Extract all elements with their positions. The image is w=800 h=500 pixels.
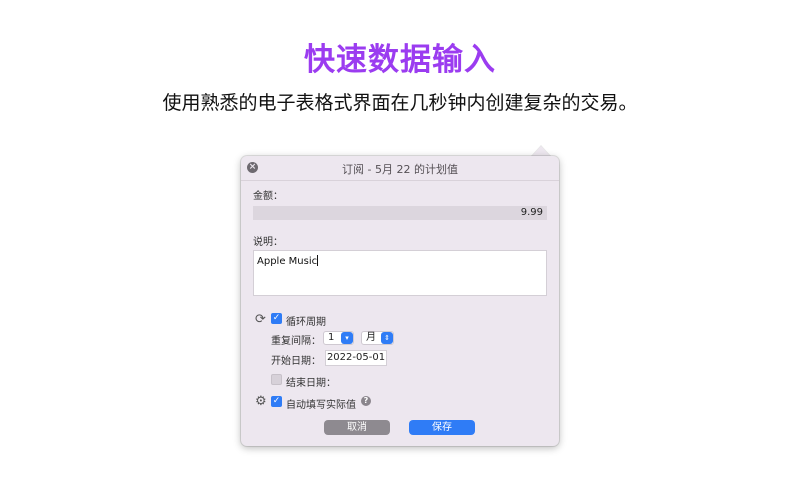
scheduled-value-popover: × 订阅 - 5月 22 的计划值 金额： 9.99 说明： Apple Mus… [241,156,559,446]
interval-unit-select[interactable]: 月 ⇕ [361,331,394,345]
autofill-checkbox[interactable]: ✓ [271,396,282,407]
help-icon[interactable]: ? [361,396,371,406]
cancel-button[interactable]: 取消 [324,420,390,435]
updown-chevron-icon: ⇕ [381,332,393,344]
interval-label: 重复间隔： [271,336,321,347]
description-label: 说明： [253,237,283,248]
description-text: Apple Music [257,256,318,267]
window-title: 订阅 - 5月 22 的计划值 [342,163,458,176]
amount-label: 金额： [253,191,283,202]
recurring-checkbox[interactable]: ✓ [271,313,282,324]
end-date-label: 结束日期： [286,378,336,389]
start-date-label: 开始日期： [271,356,321,367]
start-date-field[interactable]: 2022-05-01 [325,350,387,366]
chevron-down-icon: ▾ [341,332,353,344]
description-field[interactable]: Apple Music [253,250,547,296]
hero-subtitle: 使用熟悉的电子表格式界面在几秒钟内创建复杂的交易。 [162,92,638,114]
hero-title: 快速数据输入 [304,42,496,78]
amount-field[interactable]: 9.99 [253,206,547,220]
window-titlebar: × 订阅 - 5月 22 的计划值 [241,156,559,181]
interval-number-value: 1 [328,332,335,343]
end-date-checkbox[interactable] [271,374,282,385]
screen: 快速数据输入 使用熟悉的电子表格式界面在几秒钟内创建复杂的交易。 × 订阅 - … [0,0,800,500]
gear-icon[interactable]: ⚙ [255,395,267,408]
refresh-icon: ⟳ [255,312,266,327]
interval-number-select[interactable]: 1 ▾ [323,331,354,345]
autofill-label: 自动填写实际值 [286,400,356,411]
interval-unit-value: 月 [366,332,376,343]
recurring-label: 循环周期 [286,317,326,328]
text-cursor [317,255,319,266]
save-button[interactable]: 保存 [409,420,475,435]
